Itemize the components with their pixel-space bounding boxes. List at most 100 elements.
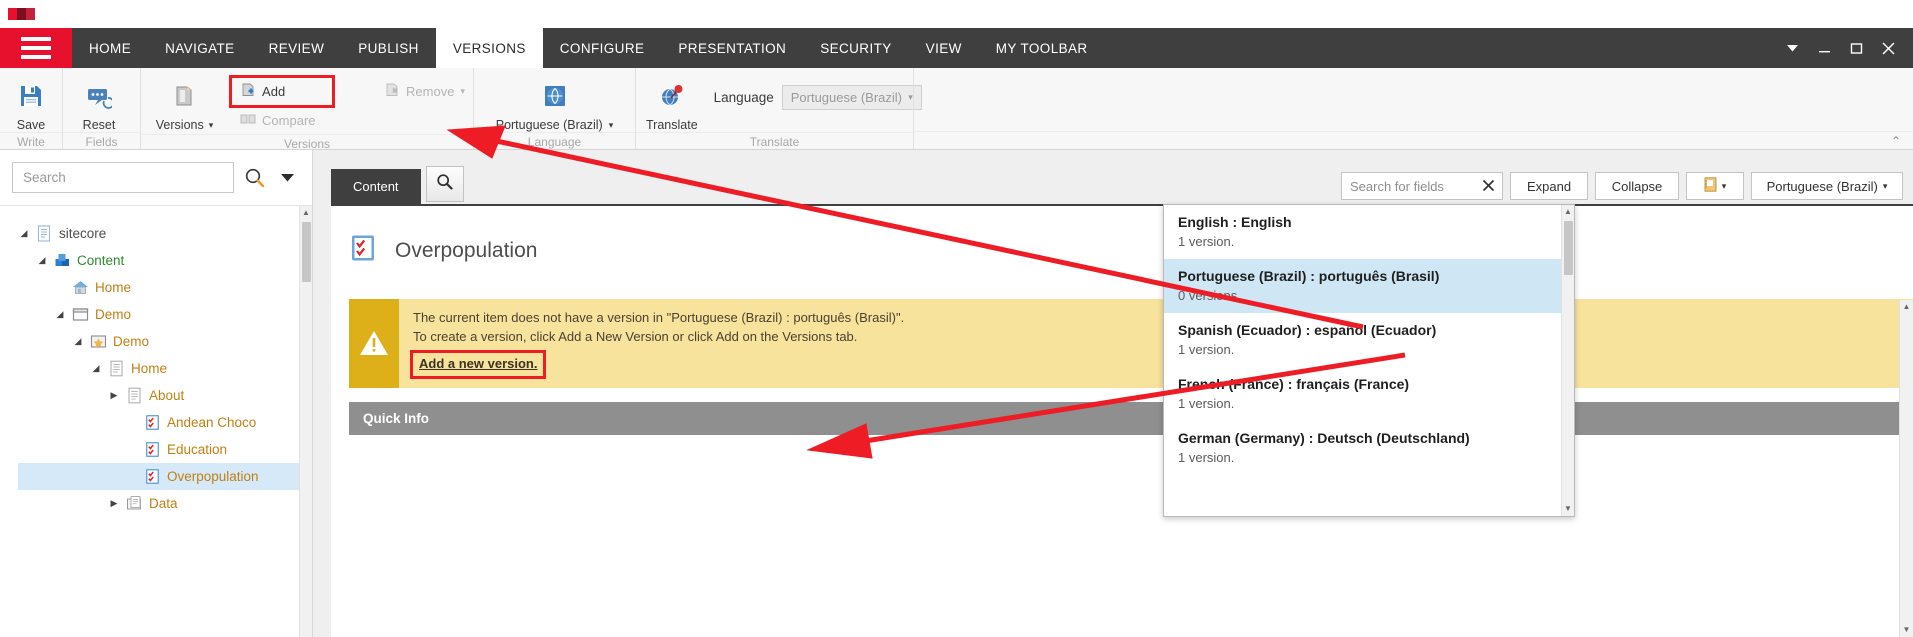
warning-text: The current item does not have a version…	[399, 299, 918, 388]
item-content-area: Overpopulation The current item does not…	[331, 204, 1913, 637]
menu-tab-configure[interactable]: CONFIGURE	[543, 28, 662, 68]
collapse-button[interactable]: Collapse	[1595, 172, 1679, 200]
menu-tab-security[interactable]: SECURITY	[803, 28, 908, 68]
tree-item-data[interactable]: ▶ Data	[18, 490, 299, 517]
title-bar	[0, 0, 1913, 28]
document-icon	[36, 225, 53, 242]
field-search-value: Search for fields	[1350, 178, 1444, 194]
search-icon[interactable]	[244, 167, 265, 188]
save-button[interactable]: Save	[0, 74, 62, 132]
add-version-button[interactable]: Add	[229, 75, 336, 108]
search-options-chevron-down-icon[interactable]	[275, 173, 300, 182]
language-option[interactable]: Spanish (Ecuador) : español (Ecuador) 1 v…	[1164, 313, 1561, 367]
content-toolbar: Content Search for fields Expand Collaps…	[313, 150, 1913, 204]
add-version-icon	[240, 82, 256, 101]
menu-tab-review[interactable]: REVIEW	[252, 28, 342, 68]
folder-page-icon	[126, 495, 143, 512]
tree-collapse-icon[interactable]: ◢	[54, 309, 66, 320]
remove-version-label: Remove	[406, 84, 455, 99]
menu-tab-label: PRESENTATION	[678, 40, 787, 56]
scroll-up-icon[interactable]: ▲	[1903, 300, 1911, 314]
ribbon-tab-strip: HOME NAVIGATE REVIEW PUBLISH VERSIONS CONFIGU…	[72, 28, 1105, 68]
search-input[interactable]	[12, 162, 234, 193]
menu-tab-versions[interactable]: VERSIONS	[435, 28, 543, 68]
tree-item-sitecore[interactable]: ◢ sitecore	[18, 220, 299, 247]
maximize-button[interactable]	[1841, 29, 1871, 67]
tree-item-overpopulation[interactable]: ▶Overpopulation	[18, 463, 299, 490]
reset-button[interactable]: Reset	[63, 74, 135, 132]
tree-item-label: sitecore	[59, 226, 107, 241]
menu-tab-navigate[interactable]: NAVIGATE	[148, 28, 251, 68]
language-option-name: English : English	[1178, 214, 1292, 230]
scroll-down-icon[interactable]: ▼	[1564, 502, 1572, 516]
language-option-name: Spanish (Ecuador) : español (Ecuador)	[1178, 322, 1437, 338]
add-new-version-link[interactable]: Add a new version.	[409, 349, 547, 379]
checklist-icon	[349, 234, 377, 267]
scroll-up-icon[interactable]: ▲	[302, 206, 310, 220]
ribbon-options-dropdown-icon[interactable]	[1777, 29, 1807, 67]
language-dropdown-panel: English : English 1 version. Portuguese (B…	[1163, 204, 1575, 517]
ribbon-collapse-chevron[interactable]: ⌃	[914, 131, 1913, 149]
language-list-scrollbar[interactable]: ▲ ▼	[1561, 205, 1574, 516]
language-option[interactable]: English : English 1 version.	[1164, 205, 1561, 259]
home-icon	[72, 279, 89, 296]
language-option[interactable]: Portuguese (Brazil) : português (Brasil)…	[1164, 259, 1561, 313]
tree-collapse-icon[interactable]: ◢	[72, 336, 84, 347]
content-scrollbar[interactable]: ▲ ▼	[1899, 300, 1913, 637]
tree-item-label: Home	[131, 361, 168, 376]
view-options-button[interactable]: ▾	[1686, 172, 1744, 200]
ribbon-group-versions: Versions ▾ Add Compare Remove ▾ Versions	[140, 68, 473, 151]
minimize-button[interactable]	[1809, 29, 1839, 67]
tree-item-label: Andean Choco	[167, 415, 257, 430]
scroll-up-icon[interactable]: ▲	[1564, 205, 1572, 219]
expand-button[interactable]: Expand	[1510, 172, 1588, 200]
translate-language-label: Language	[713, 90, 774, 105]
ribbon-group-fields: Reset Fields	[62, 68, 140, 149]
language-option[interactable]: German (Germany) : Deutsch (Deutschland)…	[1164, 421, 1561, 475]
language-option-name: German (Germany) : Deutsch (Deutschland)	[1178, 430, 1470, 446]
tree-item-education[interactable]: ▶Education	[18, 436, 299, 463]
tree-collapse-icon[interactable]: ◢	[18, 228, 30, 239]
language-option[interactable]: French (France) : français (France) 1 ver…	[1164, 367, 1561, 421]
hamburger-menu-icon[interactable]	[0, 28, 72, 68]
tree-expand-icon[interactable]: ▶	[108, 498, 120, 509]
translate-language-value: Portuguese (Brazil)	[790, 90, 903, 105]
tree-item-home[interactable]: ▶Home	[18, 274, 299, 301]
main-menu-bar: HOME NAVIGATE REVIEW PUBLISH VERSIONS CONFIGU…	[0, 28, 1913, 68]
tree-item-demo[interactable]: ◢ Demo	[18, 301, 299, 328]
tree-item-about[interactable]: ▶ About	[18, 382, 299, 409]
quick-info-section-header[interactable]: Quick Info	[349, 401, 1913, 435]
menu-tab-publish[interactable]: PUBLISH	[341, 28, 436, 68]
tree-scrollbar[interactable]: ▲	[299, 206, 312, 637]
tree-collapse-icon[interactable]: ◢	[36, 255, 48, 266]
language-selector-button[interactable]: Portuguese (Brazil) ▾	[1751, 172, 1903, 200]
menu-tab-view[interactable]: VIEW	[909, 28, 979, 68]
field-search-input[interactable]: Search for fields	[1341, 172, 1503, 200]
menu-tab-label: SECURITY	[820, 40, 892, 56]
language-option-name: French (France) : français (France)	[1178, 376, 1410, 392]
close-icon[interactable]	[1482, 179, 1495, 194]
close-button[interactable]	[1873, 29, 1903, 67]
scroll-down-icon[interactable]: ▼	[1903, 623, 1911, 637]
tab-content[interactable]: Content	[331, 169, 421, 204]
tree-item-content[interactable]: ◢ Content	[18, 247, 299, 274]
menu-tab-my-toolbar[interactable]: MY TOOLBAR	[979, 28, 1105, 68]
ribbon: Save Write Reset Fields Versions ▾ Add C…	[0, 68, 1913, 151]
tab-search[interactable]	[425, 166, 464, 202]
language-gallery-button[interactable]: Portuguese (Brazil) ▾	[480, 74, 630, 132]
menu-tab-label: CONFIGURE	[559, 40, 645, 56]
versions-gallery-button[interactable]: Versions ▾	[141, 74, 228, 132]
remove-version-icon	[384, 82, 400, 101]
menu-tab-home[interactable]: HOME	[72, 28, 148, 68]
language-option-version-count: 1 version.	[1178, 234, 1235, 249]
tree-collapse-icon[interactable]: ◢	[90, 363, 102, 374]
language-option-version-count: 1 version.	[1178, 396, 1235, 411]
tree-item-andean-choco[interactable]: ▶Andean Choco	[18, 409, 299, 436]
tree-item-home[interactable]: ◢ Home	[18, 355, 299, 382]
menu-tab-presentation[interactable]: PRESENTATION	[661, 28, 803, 68]
translate-button[interactable]: Translate	[646, 74, 698, 132]
language-list: English : English 1 version. Portuguese (B…	[1164, 205, 1561, 516]
tree-item-demo[interactable]: ◢ Demo	[18, 328, 299, 355]
translate-language-select[interactable]: Portuguese (Brazil) ▾	[781, 85, 922, 110]
tree-expand-icon[interactable]: ▶	[108, 390, 120, 401]
